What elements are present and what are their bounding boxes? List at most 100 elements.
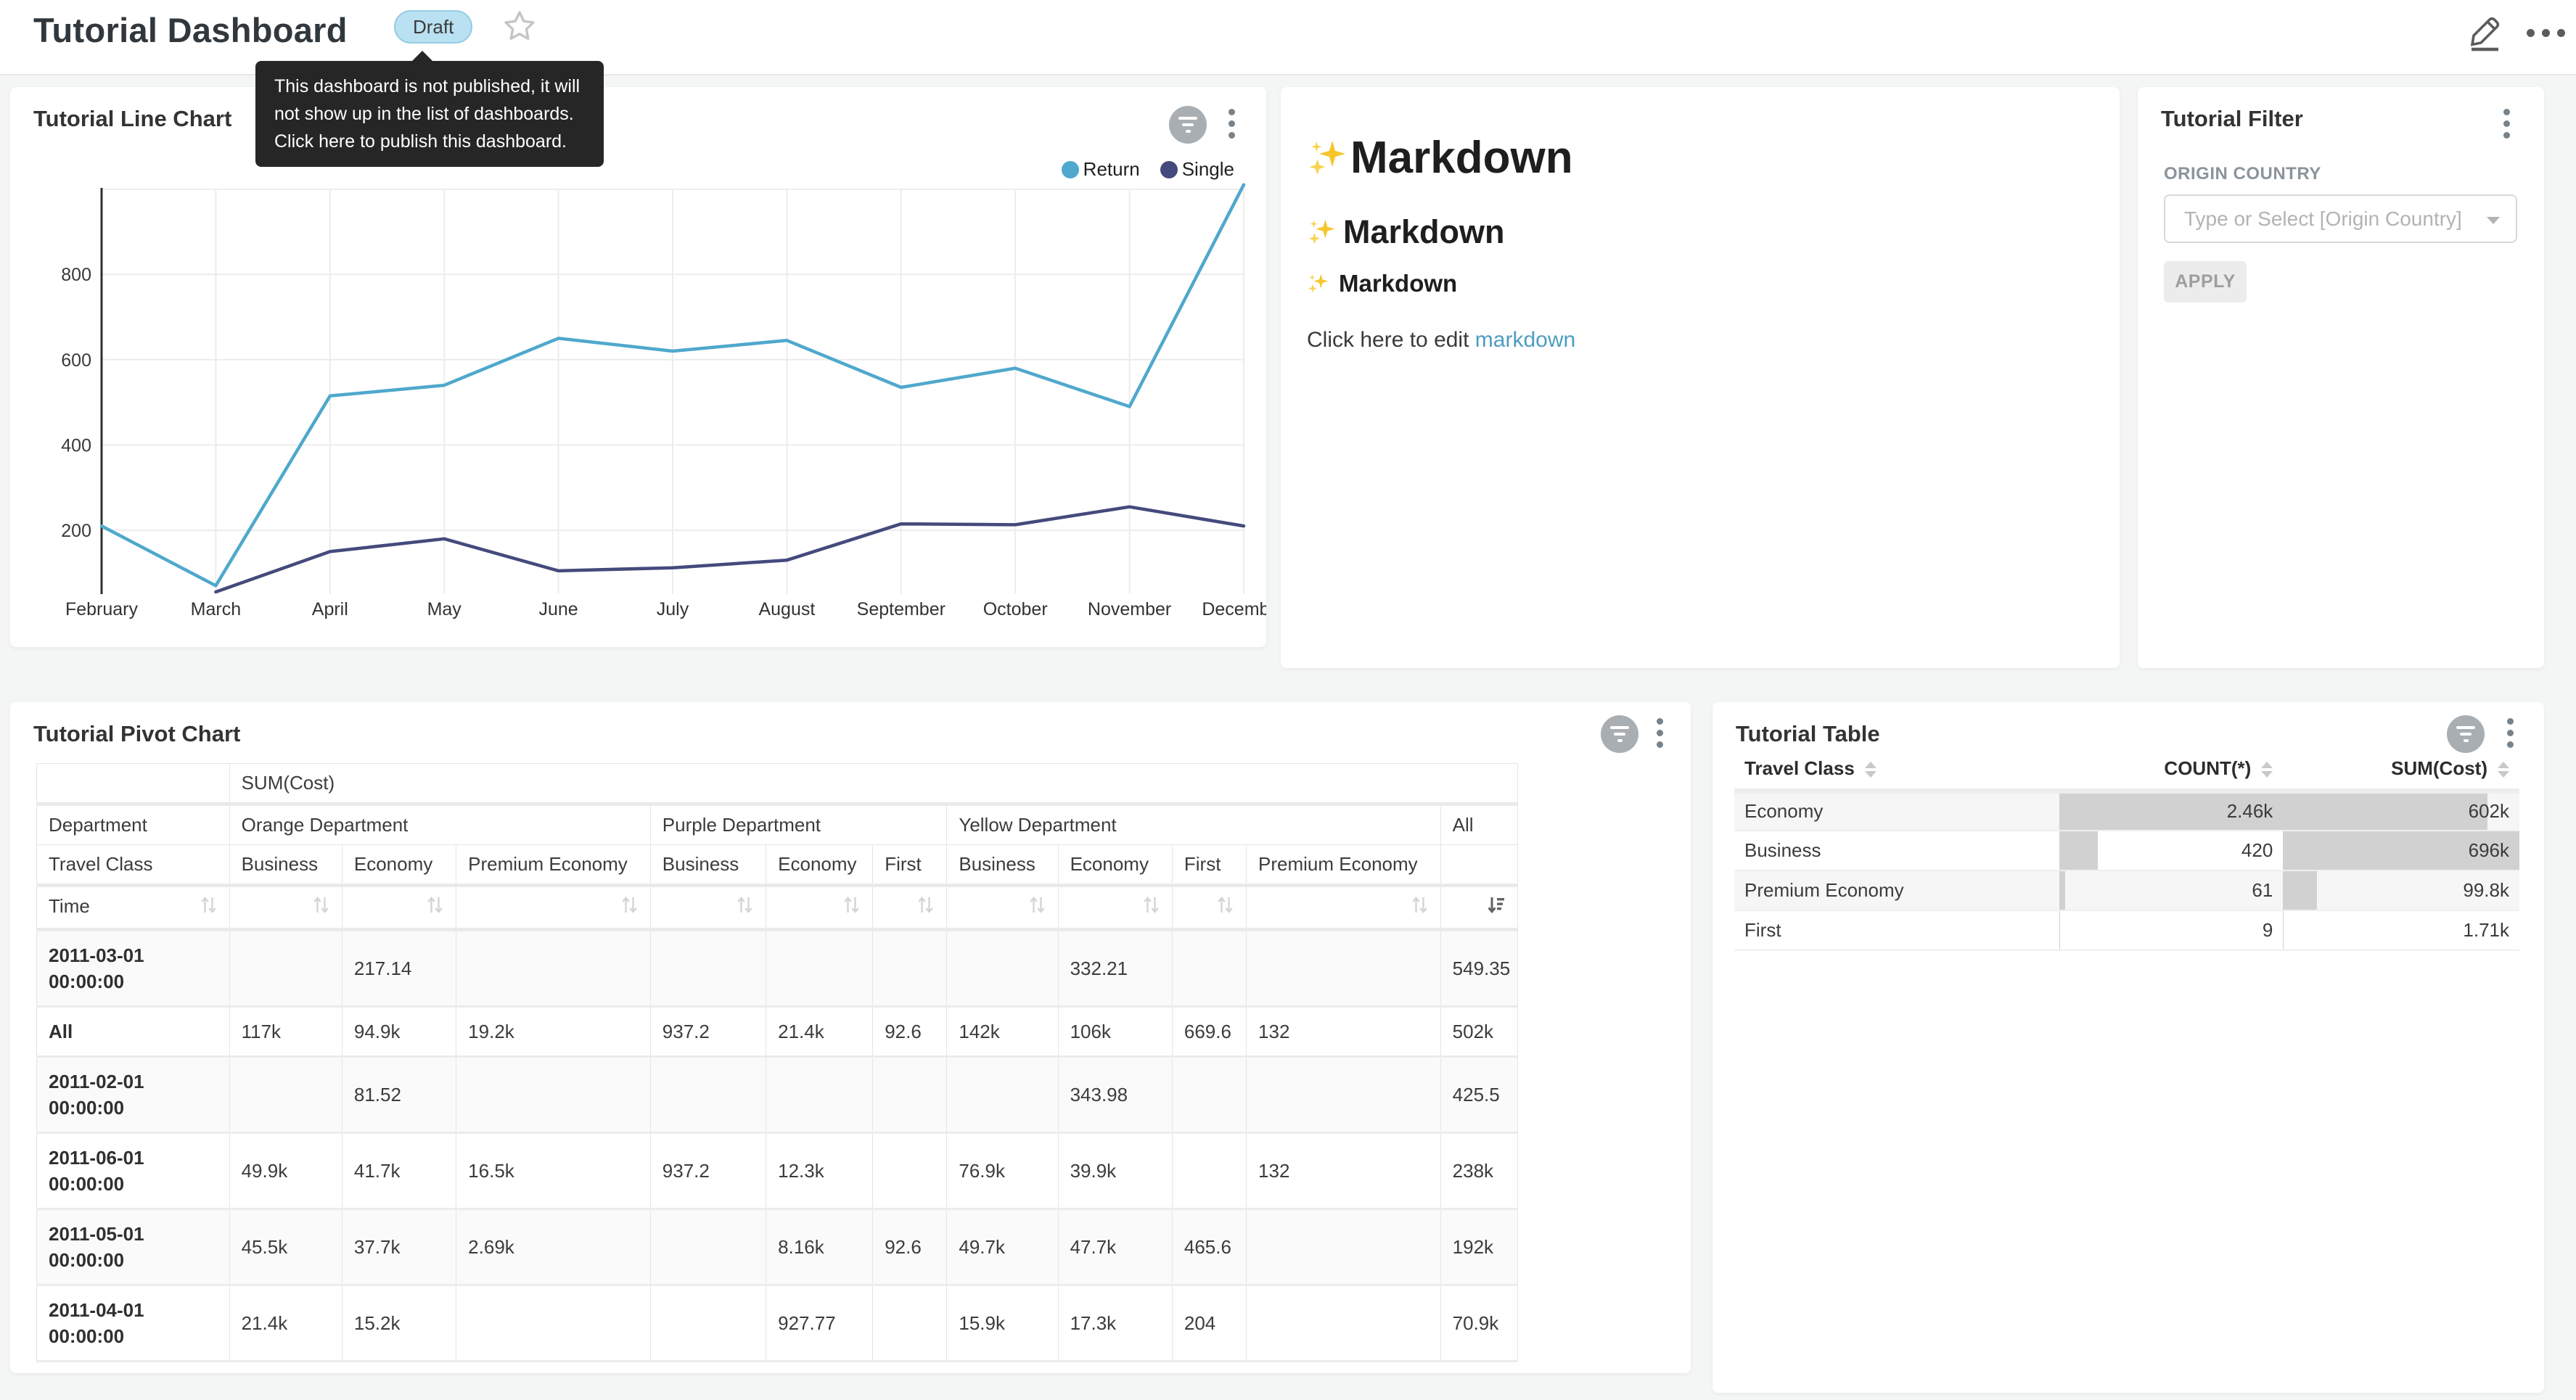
markdown-edit-link[interactable]: markdown (1475, 328, 1575, 352)
pivot-sort-cell[interactable] (1247, 886, 1441, 930)
apply-button[interactable]: APPLY (2164, 261, 2247, 302)
chart-kebab-menu-icon[interactable] (2505, 718, 2515, 748)
sort-arrows-icon (1865, 762, 1876, 778)
markdown-h2: Markdown (1307, 213, 1505, 251)
pivot-time-header[interactable]: Time (37, 886, 230, 930)
cell-bar (2059, 871, 2065, 910)
x-tick-label: September (857, 599, 946, 619)
cross-filter-badge-icon[interactable] (2447, 715, 2485, 753)
pivot-cell: 2.69k (456, 1209, 651, 1285)
dashboard-page: Tutorial Dashboard Draft This dashboard … (0, 0, 2576, 1400)
pivot-sort-cell[interactable] (650, 886, 766, 930)
sort-icon[interactable] (1411, 895, 1429, 920)
pivot-class-col-header: Business (947, 845, 1058, 886)
markdown-h2-label: Markdown (1343, 213, 1505, 251)
filter-kebab-menu-icon[interactable] (2501, 109, 2511, 139)
cross-filter-badge-icon[interactable] (1601, 715, 1638, 753)
table-cell-count: 61 (2059, 870, 2283, 910)
pivot-cell: 937.2 (650, 1007, 766, 1057)
origin-country-label: ORIGIN COUNTRY (2164, 164, 2321, 184)
table-col-header-count[interactable]: COUNT(*) (2059, 749, 2283, 791)
cell-value: 2.46k (2070, 800, 2273, 823)
pivot-sort-cell[interactable] (1058, 886, 1172, 930)
markdown-card: Markdown Markdown Markdown Click here to… (1281, 87, 2120, 668)
legend-item-single[interactable]: Single (1160, 158, 1234, 181)
pivot-cell: 16.5k (456, 1133, 651, 1209)
cell-bar (2059, 911, 2060, 950)
sort-icon[interactable] (736, 895, 754, 920)
sort-icon[interactable] (1028, 895, 1046, 920)
table-col-header-sum-cost[interactable]: SUM(Cost) (2283, 749, 2519, 791)
cell-value: 696k (2293, 839, 2509, 862)
legend-label: Return (1083, 158, 1140, 181)
sort-icon[interactable] (916, 895, 935, 920)
chart-kebab-menu-icon[interactable] (1226, 109, 1236, 139)
table-cell-sum: 99.8k (2283, 870, 2519, 910)
cell-value: 99.8k (2293, 879, 2509, 902)
pivot-row: 2011-03-01 00:00:00217.14332.21549.35 (37, 930, 1518, 1007)
pivot-cell (650, 1057, 766, 1133)
filter-card-title: Tutorial Filter (2161, 106, 2303, 132)
pivot-sort-cell[interactable] (947, 886, 1058, 930)
favorite-star-icon[interactable] (502, 9, 537, 44)
pivot-cell: 17.3k (1058, 1285, 1172, 1362)
pivot-sort-cell[interactable] (873, 886, 947, 930)
pivot-cell (947, 930, 1058, 1007)
origin-country-select[interactable]: Type or Select [Origin Country] (2164, 194, 2517, 243)
pivot-class-col-header: Premium Economy (1247, 845, 1441, 886)
pivot-row: All117k94.9k19.2k937.221.4k92.6142k106k6… (37, 1007, 1518, 1057)
pivot-sort-cell[interactable] (456, 886, 651, 930)
legend-item-return[interactable]: Return (1062, 158, 1140, 181)
sort-icon[interactable] (426, 895, 444, 920)
x-tick-label: July (657, 599, 689, 619)
pivot-class-col-header: Business (229, 845, 342, 886)
edit-pencil-icon[interactable] (2466, 10, 2505, 52)
pivot-cell: 19.2k (456, 1007, 651, 1057)
sort-icon[interactable] (312, 895, 330, 920)
x-tick-label: December (1202, 599, 1266, 619)
pivot-cell: 49.7k (947, 1209, 1058, 1285)
sort-icon[interactable] (842, 895, 861, 920)
pivot-row: 2011-05-01 00:00:0045.5k37.7k2.69k8.16k9… (37, 1209, 1518, 1285)
legend-dot-icon (1160, 161, 1178, 178)
y-tick-label: 400 (61, 435, 91, 456)
pivot-cell: 45.5k (229, 1209, 342, 1285)
draft-badge[interactable]: Draft (394, 10, 472, 44)
pivot-cell (873, 1133, 947, 1209)
sort-icon[interactable] (620, 895, 639, 920)
pivot-cell: 94.9k (342, 1007, 456, 1057)
sort-icon[interactable] (1216, 895, 1234, 920)
pivot-cell: 92.6 (873, 1007, 947, 1057)
sort-icon[interactable] (200, 895, 218, 920)
pivot-cell (1172, 1057, 1246, 1133)
x-tick-label: November (1088, 599, 1171, 619)
pivot-row: 2011-06-01 00:00:0049.9k41.7k16.5k937.21… (37, 1133, 1518, 1209)
chart-kebab-menu-icon[interactable] (1654, 718, 1665, 748)
pivot-sort-cell[interactable] (342, 886, 456, 930)
pivot-sort-cell[interactable] (1440, 886, 1517, 930)
pivot-dept-header: Department (37, 804, 230, 845)
pivot-sort-cell[interactable] (229, 886, 342, 930)
table-cell-count: 2.46k (2059, 791, 2283, 831)
pivot-class-col-header: Economy (342, 845, 456, 886)
sort-desc-icon[interactable] (1486, 895, 1506, 920)
pivot-class-col-header: First (873, 845, 947, 886)
cross-filter-badge-icon[interactable] (1169, 106, 1207, 144)
sort-icon[interactable] (1142, 895, 1160, 920)
markdown-h3-label: Markdown (1339, 270, 1457, 297)
line-chart-card: Tutorial Line Chart ReturnSingle Februar… (10, 87, 1266, 647)
table-col-header-travel-class[interactable]: Travel Class (1734, 749, 2059, 791)
pivot-class-col-header: Economy (766, 845, 873, 886)
pivot-sort-cell[interactable] (766, 886, 873, 930)
y-tick-label: 200 (61, 521, 91, 541)
pivot-class-header: Travel Class (37, 845, 230, 886)
x-tick-label: February (65, 599, 139, 619)
pivot-cell (650, 1285, 766, 1362)
legend-dot-icon (1062, 161, 1079, 178)
pivot-sort-cell[interactable] (1172, 886, 1246, 930)
pivot-cell: 132 (1247, 1007, 1441, 1057)
cell-value: 1.71k (2293, 919, 2509, 942)
pivot-row: 2011-02-01 00:00:0081.52343.98425.5 (37, 1057, 1518, 1133)
header-ellipsis-menu-icon[interactable] (2527, 29, 2565, 37)
x-tick-label: June (538, 599, 578, 619)
